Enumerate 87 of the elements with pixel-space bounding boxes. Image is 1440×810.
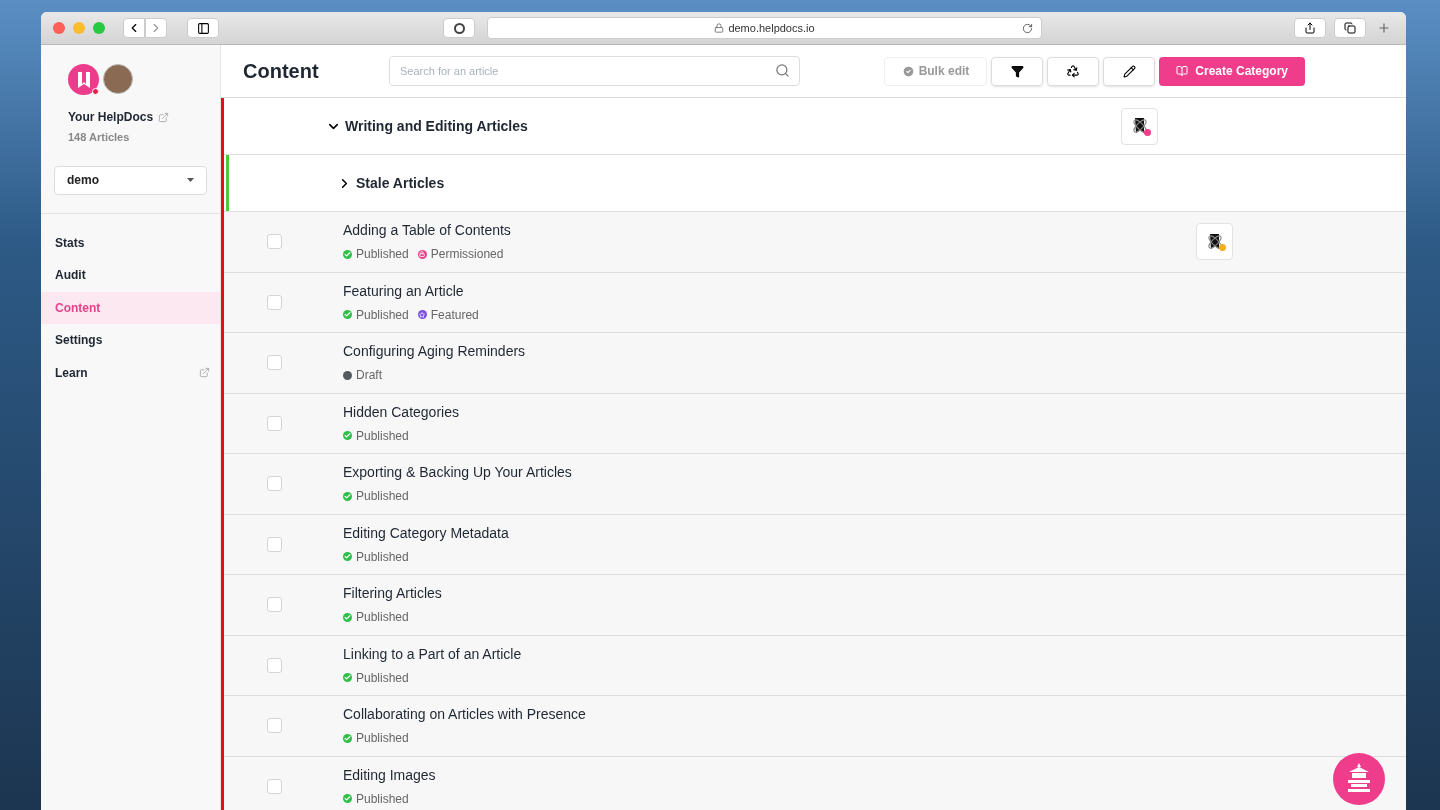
check-circle-icon (901, 64, 915, 78)
article-row[interactable]: Featuring an Article Published Featured (224, 272, 1406, 333)
reload-icon[interactable] (1022, 22, 1033, 34)
tabs-button[interactable] (1334, 18, 1366, 38)
status-label: Published (356, 609, 409, 627)
status-label: Featured (430, 306, 479, 324)
status-label: Published (356, 246, 409, 264)
status-label: Published (356, 730, 409, 748)
row-checkbox[interactable] (267, 778, 282, 794)
share-icon (1304, 22, 1316, 34)
category-title: Writing and Editing Articles (345, 116, 528, 136)
row-checkbox[interactable] (267, 536, 282, 552)
row-checkbox[interactable] (267, 597, 282, 613)
recycle-button[interactable] (1047, 56, 1100, 86)
row-checkbox[interactable] (267, 657, 282, 673)
sidebar-toggle-button[interactable] (187, 18, 219, 38)
article-title[interactable]: Editing Category Metadata (343, 522, 509, 544)
back-button[interactable] (123, 18, 145, 38)
share-button[interactable] (1294, 18, 1326, 38)
article-row[interactable]: Linking to a Part of an Article Published (224, 635, 1406, 696)
article-title[interactable]: Exporting & Backing Up Your Articles (343, 462, 572, 484)
status-label: Published (356, 427, 409, 445)
url-text: demo.helpdocs.io (728, 20, 815, 36)
article-title[interactable]: Configuring Aging Reminders (343, 341, 526, 363)
article-title[interactable]: Hidden Categories (343, 401, 459, 423)
caret-icon (187, 178, 194, 182)
status-label: Published (356, 306, 409, 324)
workspace-select[interactable]: demo (54, 165, 207, 195)
recycle-icon (1066, 64, 1081, 78)
category-title: Stale Articles (356, 173, 445, 193)
tabs-icon (1344, 22, 1356, 34)
status-label: Draft (356, 367, 382, 385)
filter-button[interactable] (991, 56, 1044, 86)
nav-item[interactable]: Audit (41, 259, 220, 292)
nav-item[interactable]: Stats (41, 226, 220, 259)
article-row[interactable]: Filtering Articles Published (224, 575, 1406, 636)
article-row[interactable]: Hidden Categories Published (224, 393, 1406, 454)
logo-icon (68, 64, 99, 95)
row-checkbox[interactable] (267, 476, 282, 492)
status-label: Permissioned (430, 246, 504, 264)
article-row[interactable]: Adding a Table of Contents Published Permissioned (224, 212, 1406, 273)
book-icon (1176, 65, 1189, 77)
nav-item[interactable]: Learn (41, 356, 220, 389)
close-window-button[interactable] (53, 22, 65, 34)
article-title[interactable]: Collaborating on Articles with Presence (343, 704, 586, 726)
external-link-icon (199, 367, 210, 379)
site-name: Your HelpDocs (68, 109, 154, 126)
status-label: Published (356, 548, 409, 566)
row-checkbox[interactable] (267, 355, 282, 371)
external-link-icon[interactable] (158, 111, 170, 123)
presence-button[interactable] (1196, 223, 1233, 261)
minimize-window-button[interactable] (73, 22, 85, 34)
search-icon (775, 63, 790, 78)
status-label: Published (356, 790, 409, 808)
article-row[interactable]: Collaborating on Articles with Presence Published (224, 696, 1406, 757)
row-checkbox[interactable] (267, 234, 282, 250)
create-category-button[interactable]: Create Category (1159, 56, 1305, 86)
pagoda-icon (1345, 763, 1373, 795)
password-button[interactable] (443, 18, 475, 38)
pencil-icon (1122, 64, 1136, 78)
search-field[interactable]: Search for an article (389, 56, 800, 86)
category-row[interactable]: Stale Articles (224, 155, 1406, 212)
filter-icon (1010, 64, 1024, 78)
article-title[interactable]: Editing Images (343, 764, 436, 786)
plus-icon (1377, 21, 1391, 35)
article-title[interactable]: Filtering Articles (343, 583, 442, 605)
article-title[interactable]: Linking to a Part of an Article (343, 643, 522, 665)
article-count: 148 Articles (67, 130, 131, 145)
status-label: Published (356, 488, 409, 506)
row-checkbox[interactable] (267, 294, 282, 310)
page-title: Content (243, 59, 320, 84)
nav-item[interactable]: Settings (41, 324, 220, 357)
article-row[interactable]: Configuring Aging Reminders Draft (224, 333, 1406, 394)
presence-button[interactable] (1121, 107, 1158, 145)
address-bar[interactable]: demo.helpdocs.io (487, 17, 1042, 39)
row-checkbox[interactable] (267, 718, 282, 734)
article-title[interactable]: Featuring an Article (343, 280, 479, 302)
zoom-window-button[interactable] (93, 22, 105, 34)
article-row[interactable]: Editing Images Published (224, 756, 1406, 810)
password-icon (453, 22, 465, 34)
sidebar-icon (196, 21, 210, 35)
row-checkbox[interactable] (267, 415, 282, 431)
article-title[interactable]: Adding a Table of Contents (343, 220, 511, 242)
lock-icon (714, 23, 725, 33)
article-row[interactable]: Exporting & Backing Up Your Articles Published (224, 454, 1406, 515)
status-label: Published (356, 669, 409, 687)
article-row[interactable]: Editing Category Metadata Published (224, 514, 1406, 575)
